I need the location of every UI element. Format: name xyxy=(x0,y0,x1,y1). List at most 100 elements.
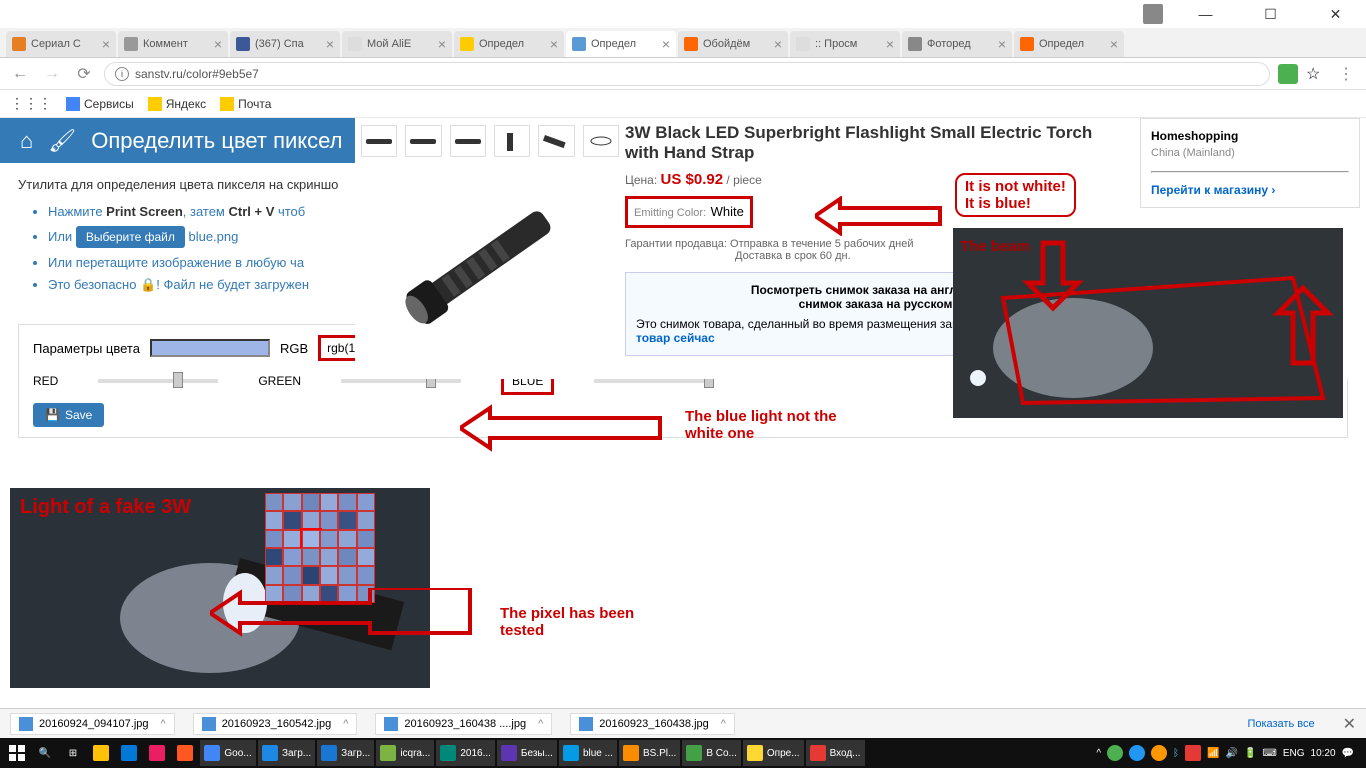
close-downloads-bar[interactable]: ✕ xyxy=(1343,714,1356,734)
battery-icon[interactable]: 🔋 xyxy=(1244,748,1256,759)
extension-icon[interactable] xyxy=(1278,64,1298,84)
browser-tab[interactable]: (367) Спа× xyxy=(230,31,340,57)
bookmark-item[interactable]: Яндекс xyxy=(148,97,206,111)
url-input[interactable]: i sanstv.ru/color#9eb5e7 xyxy=(104,62,1270,86)
taskbar-app[interactable]: icqra... xyxy=(376,740,434,766)
close-tab-icon[interactable]: × xyxy=(886,36,894,52)
thumbnail[interactable] xyxy=(361,125,397,157)
browser-tab[interactable]: Определ× xyxy=(454,31,564,57)
volume-icon[interactable]: 🔊 xyxy=(1226,748,1238,759)
download-item[interactable]: 20160923_160438 ....jpg^ xyxy=(375,713,552,735)
favicon xyxy=(236,37,250,51)
apps-button[interactable]: ⋮⋮⋮ xyxy=(10,95,52,112)
back-button[interactable]: ← xyxy=(8,62,32,86)
maximize-button[interactable]: ☐ xyxy=(1248,0,1293,28)
clock[interactable]: 10:20 xyxy=(1311,748,1336,759)
pinned-app[interactable] xyxy=(88,740,114,766)
close-tab-icon[interactable]: × xyxy=(550,36,558,52)
chevron-up-icon[interactable]: ^ xyxy=(721,718,726,730)
seller-name: Homeshopping xyxy=(1151,129,1349,143)
blue-slider[interactable] xyxy=(594,379,714,383)
close-tab-icon[interactable]: × xyxy=(1110,36,1118,52)
thumbnail[interactable] xyxy=(450,125,486,157)
bluetooth-icon[interactable]: ᛒ xyxy=(1173,748,1179,759)
menu-button[interactable]: ⋮ xyxy=(1334,62,1358,86)
browser-tab[interactable]: Сериал С× xyxy=(6,31,116,57)
language-indicator[interactable]: ENG xyxy=(1283,748,1305,759)
taskbar-app[interactable]: Загр... xyxy=(317,740,374,766)
thumbnail[interactable] xyxy=(494,125,530,157)
chevron-up-icon[interactable]: ^ xyxy=(538,718,543,730)
home-icon[interactable]: ⌂ xyxy=(20,128,33,154)
keyboard-icon[interactable]: ⌨ xyxy=(1262,748,1276,759)
tray-icon[interactable] xyxy=(1151,745,1167,761)
forward-button[interactable]: → xyxy=(40,62,64,86)
save-button[interactable]: 💾Save xyxy=(33,403,104,427)
file-icon xyxy=(579,717,593,731)
browser-tab[interactable]: Определ× xyxy=(1014,31,1124,57)
browser-tab[interactable]: Мой AliE× xyxy=(342,31,452,57)
network-icon[interactable]: 📶 xyxy=(1207,748,1219,759)
taskbar-app[interactable]: В Со... xyxy=(682,740,741,766)
app-icon xyxy=(440,745,456,761)
close-tab-icon[interactable]: × xyxy=(774,36,782,52)
taskbar-app[interactable]: 2016... xyxy=(436,740,495,766)
taskbar-app[interactable]: Goo... xyxy=(200,740,256,766)
thumbnail[interactable] xyxy=(583,125,619,157)
minimize-button[interactable]: — xyxy=(1183,0,1228,28)
close-button[interactable]: ✕ xyxy=(1313,0,1358,28)
pinned-app[interactable] xyxy=(172,740,198,766)
bookmark-item[interactable]: Почта xyxy=(220,97,271,111)
red-slider[interactable] xyxy=(98,379,218,383)
choose-file-button[interactable]: Выберите файл xyxy=(76,226,185,248)
bookmark-item[interactable]: Сервисы xyxy=(66,97,134,111)
browser-tab[interactable]: Определ× xyxy=(566,31,676,57)
close-tab-icon[interactable]: × xyxy=(102,36,110,52)
close-tab-icon[interactable]: × xyxy=(662,36,670,52)
bookmark-star-icon[interactable]: ☆ xyxy=(1306,64,1326,84)
pinned-app[interactable] xyxy=(144,740,170,766)
taskbar-app[interactable]: blue ... xyxy=(559,740,617,766)
favicon xyxy=(796,37,810,51)
taskbar-app[interactable]: Безы... xyxy=(497,740,557,766)
reload-button[interactable]: ⟳ xyxy=(72,62,96,86)
show-all-downloads[interactable]: Показать все xyxy=(1247,718,1314,730)
action-center-icon[interactable]: 💬 xyxy=(1342,748,1354,759)
user-avatar[interactable] xyxy=(1143,4,1163,24)
chevron-up-icon[interactable]: ^ xyxy=(161,718,166,730)
chevron-up-icon[interactable]: ^ xyxy=(343,718,348,730)
download-item[interactable]: 20160924_094107.jpg^ xyxy=(10,713,175,735)
product-now-link[interactable]: товар сейчас xyxy=(636,331,715,345)
tray-icon[interactable] xyxy=(1129,745,1145,761)
app-label: icqra... xyxy=(400,748,430,759)
browser-tab[interactable]: :: Просм× xyxy=(790,31,900,57)
search-button[interactable]: 🔍 xyxy=(32,740,58,766)
close-tab-icon[interactable]: × xyxy=(326,36,334,52)
pixel-magnifier xyxy=(265,493,375,603)
tray-icon[interactable] xyxy=(1107,745,1123,761)
guarantee-label: Гарантии продавца: xyxy=(625,238,727,250)
red-label: RED xyxy=(33,374,58,388)
browser-tab[interactable]: Обойдём× xyxy=(678,31,788,57)
taskbar-app[interactable]: Опре... xyxy=(743,740,804,766)
pinned-app[interactable] xyxy=(116,740,142,766)
browser-tab[interactable]: Фоторед× xyxy=(902,31,1012,57)
tray-icon[interactable]: ^ xyxy=(1096,748,1101,759)
close-tab-icon[interactable]: × xyxy=(438,36,446,52)
start-button[interactable] xyxy=(4,740,30,766)
info-icon[interactable]: i xyxy=(115,67,129,81)
goto-store-link[interactable]: Перейти к магазину › xyxy=(1151,183,1349,197)
close-tab-icon[interactable]: × xyxy=(214,36,222,52)
task-view-button[interactable]: ⊞ xyxy=(60,740,86,766)
green-slider[interactable] xyxy=(341,379,461,383)
taskbar-app[interactable]: Загр... xyxy=(258,740,315,766)
browser-tab[interactable]: Коммент× xyxy=(118,31,228,57)
download-item[interactable]: 20160923_160438.jpg^ xyxy=(570,713,735,735)
download-item[interactable]: 20160923_160542.jpg^ xyxy=(193,713,358,735)
close-tab-icon[interactable]: × xyxy=(998,36,1006,52)
taskbar-app[interactable]: Вход... xyxy=(806,740,865,766)
thumbnail[interactable] xyxy=(405,125,441,157)
tray-icon[interactable] xyxy=(1185,745,1201,761)
taskbar-app[interactable]: BS.Pl... xyxy=(619,740,680,766)
thumbnail[interactable] xyxy=(538,125,574,157)
